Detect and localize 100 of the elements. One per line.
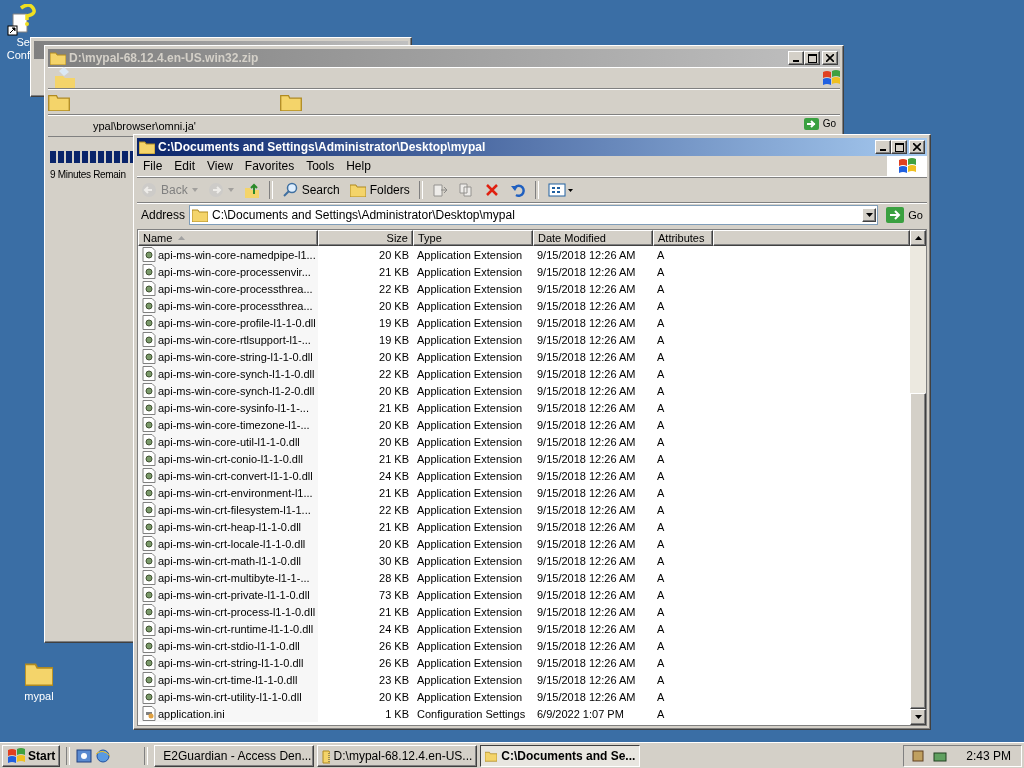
file-name-cell[interactable]: api-ms-win-crt-time-l1-1-0.dll — [138, 671, 318, 688]
file-name-cell[interactable]: api-ms-win-core-timezone-l1-... — [138, 416, 318, 433]
table-cell-text: 22 KB — [378, 367, 410, 380]
file-name-cell[interactable]: api-ms-win-core-processthrea... — [138, 280, 318, 297]
dropdown-button[interactable] — [862, 208, 877, 222]
go-button[interactable]: Go — [882, 207, 927, 223]
table-cell-text: 21 KB — [378, 605, 410, 618]
address-field[interactable]: C:\Documents and Settings\Administrator\Desktop\mypal — [189, 205, 879, 225]
menu-item[interactable]: Tools — [300, 159, 341, 173]
tray-icon[interactable] — [910, 747, 927, 764]
file-name-cell[interactable]: api-ms-win-crt-math-l1-1-0.dll — [138, 552, 318, 569]
close-icon — [913, 143, 921, 151]
column-header[interactable]: Date Modified — [533, 230, 653, 246]
table-cell-text: A — [656, 520, 666, 533]
help-shortcut-icon — [7, 4, 37, 36]
table-cell-text: Application Extension — [416, 486, 524, 499]
file-name-cell[interactable]: api-ms-win-core-synch-l1-1-0.dll — [138, 365, 318, 382]
column-header[interactable]: Type — [413, 230, 533, 246]
file-name-cell[interactable]: api-ms-win-core-util-l1-1-0.dll — [138, 433, 318, 450]
file-name-cell[interactable]: api-ms-win-crt-locale-l1-1-0.dll — [138, 535, 318, 552]
browser-icon[interactable] — [95, 747, 112, 764]
minimize-button[interactable] — [875, 140, 891, 154]
table-cell-text: Application Extension — [416, 656, 524, 669]
file-name-cell[interactable]: api-ms-win-core-sysinfo-l1-1-... — [138, 399, 318, 416]
table-cell-text: 21 KB — [378, 452, 410, 465]
table-cell-text: Application Extension — [416, 384, 524, 397]
close-icon — [826, 54, 834, 62]
file-icon — [142, 468, 156, 483]
folders-button[interactable]: Folders — [345, 179, 414, 201]
table-cell-text: 9/15/2018 12:26 AM — [536, 316, 637, 329]
windows-logo-icon — [898, 158, 916, 174]
scroll-down-button[interactable] — [910, 709, 926, 725]
file-icon — [142, 604, 156, 619]
file-name-cell[interactable]: api-ms-win-crt-multibyte-l1-1-... — [138, 569, 318, 586]
table-cell-text: Application Extension — [416, 265, 524, 278]
file-name-cell[interactable]: api-ms-win-core-processenvir... — [138, 263, 318, 280]
file-name-cell[interactable]: application.ini — [138, 705, 318, 722]
maximize-button[interactable] — [891, 140, 907, 154]
file-name-cell[interactable]: api-ms-win-core-string-l1-1-0.dll — [138, 348, 318, 365]
file-name-cell[interactable]: api-ms-win-crt-convert-l1-1-0.dll — [138, 467, 318, 484]
start-button[interactable]: Start — [2, 744, 61, 767]
taskbar-button[interactable]: E2Guardian - Access Den... — [154, 744, 315, 767]
menu-item[interactable]: Favorites — [238, 159, 301, 173]
table-cell-text: A — [656, 486, 666, 499]
clock: 2:43 PM — [966, 748, 1011, 763]
file-name-cell[interactable]: api-ms-win-crt-process-l1-1-0.dll — [138, 603, 318, 620]
file-name-cell[interactable]: api-ms-win-core-synch-l1-2-0.dll — [138, 382, 318, 399]
table-cell-text: 20 KB — [378, 435, 410, 448]
file-name-cell[interactable]: api-ms-win-crt-stdio-l1-1-0.dll — [138, 637, 318, 654]
file-name-cell[interactable]: api-ms-win-crt-filesystem-l1-1... — [138, 501, 318, 518]
file-name-cell[interactable]: api-ms-win-crt-environment-l1... — [138, 484, 318, 501]
file-name-cell[interactable]: api-ms-win-core-processthrea... — [138, 297, 318, 314]
menu-item[interactable]: View — [201, 159, 239, 173]
close-button[interactable] — [909, 140, 925, 154]
file-name-cell[interactable]: api-ms-win-crt-conio-l1-1-0.dll — [138, 450, 318, 467]
scrollbar-track[interactable] — [910, 230, 926, 725]
search-button[interactable]: Search — [277, 179, 344, 201]
go-button[interactable]: Go — [799, 117, 840, 130]
file-name-cell[interactable]: api-ms-win-core-namedpipe-l1... — [138, 246, 318, 263]
table-cell-text: 9/15/2018 12:26 AM — [536, 435, 637, 448]
table-cell-text: A — [656, 707, 666, 720]
scroll-thumb[interactable] — [910, 393, 926, 709]
file-name-cell[interactable]: api-ms-win-crt-heap-l1-1-0.dll — [138, 518, 318, 535]
table-cell-text: Application Extension — [416, 503, 524, 516]
table-cell-text: 24 KB — [378, 622, 410, 635]
desktop-icon[interactable] — [76, 747, 93, 764]
table-cell-text: A — [656, 299, 666, 312]
taskbar-button[interactable]: D:\mypal-68.12.4.en-US... — [317, 744, 478, 767]
menu-item[interactable]: Help — [340, 159, 377, 173]
close-button[interactable] — [822, 51, 838, 65]
file-name-cell[interactable]: api-ms-win-crt-utility-l1-1-0.dll — [138, 688, 318, 705]
menu-item[interactable]: File — [137, 159, 169, 173]
column-header[interactable]: Size — [318, 230, 413, 246]
file-name-cell[interactable]: api-ms-win-core-rtlsupport-l1-... — [138, 331, 318, 348]
table-cell-text: A — [656, 469, 666, 482]
file-name-cell[interactable]: api-ms-win-crt-string-l1-1-0.dll — [138, 654, 318, 671]
down-arrow-icon — [914, 715, 922, 719]
file-icon — [142, 655, 156, 670]
menu-item[interactable]: Edit — [168, 159, 202, 173]
column-header[interactable]: Name — [138, 230, 318, 246]
maximize-icon — [894, 142, 904, 152]
column-header[interactable]: Attributes — [653, 230, 713, 246]
table-cell-text: 20 KB — [378, 299, 410, 312]
icon-label: Conf — [6, 49, 30, 62]
table-cell-text: A — [656, 537, 666, 550]
table-cell-text: Configuration Settings — [416, 707, 527, 720]
scroll-up-button[interactable] — [910, 230, 926, 246]
minimize-button[interactable] — [788, 51, 804, 65]
table-cell-text: Application Extension — [416, 605, 524, 618]
taskbar-button[interactable]: C:\Documents and Se... — [480, 744, 641, 767]
table-cell-text: A — [656, 384, 666, 397]
file-icon — [142, 672, 156, 687]
table-cell-text: A — [656, 316, 666, 329]
file-name-cell[interactable]: api-ms-win-crt-runtime-l1-1-0.dll — [138, 620, 318, 637]
table-cell-text: 9/15/2018 12:26 AM — [536, 418, 637, 431]
file-icon — [142, 264, 156, 279]
table-cell-text: 9/15/2018 12:26 AM — [536, 333, 637, 346]
file-name-cell[interactable]: api-ms-win-core-profile-l1-1-0.dll — [138, 314, 318, 331]
file-name-cell[interactable]: api-ms-win-crt-private-l1-1-0.dll — [138, 586, 318, 603]
maximize-button[interactable] — [804, 51, 820, 65]
